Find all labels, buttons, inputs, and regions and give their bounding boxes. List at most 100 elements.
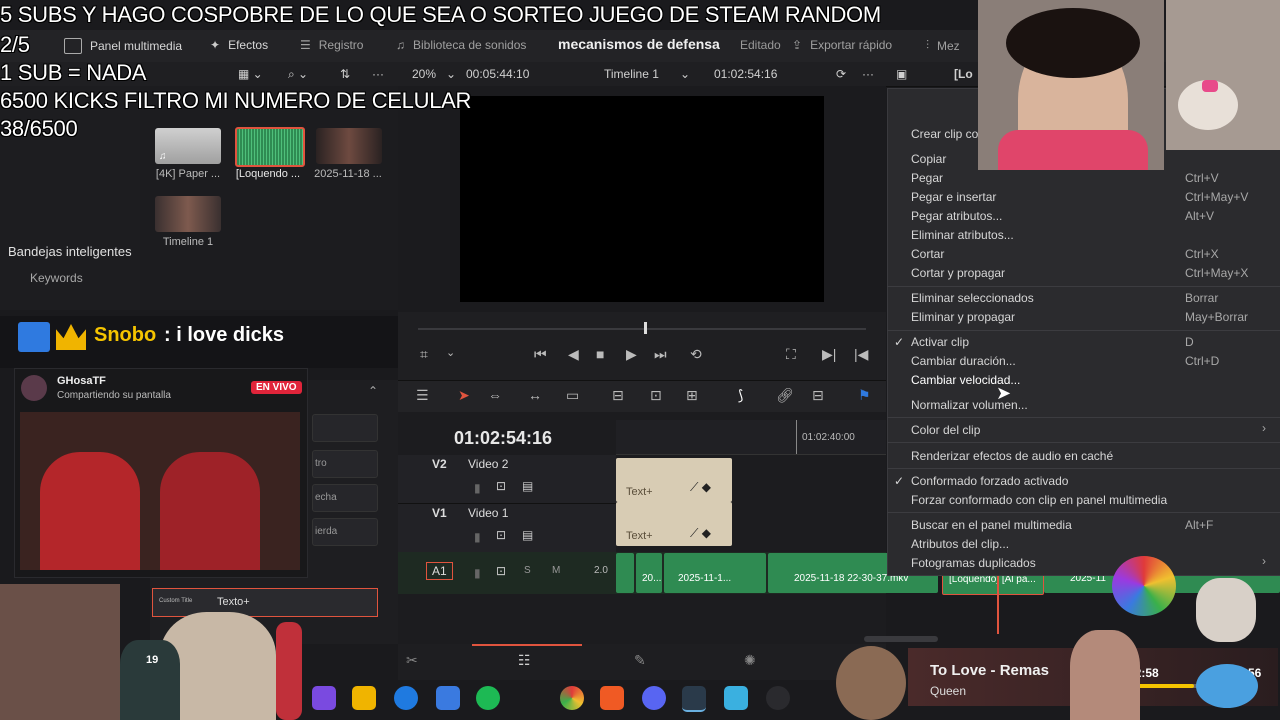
- playhead-handle[interactable]: [644, 322, 647, 334]
- notepad-icon[interactable]: [724, 686, 748, 710]
- menu-item-ripple-delete[interactable]: Eliminar y propagar: [911, 310, 1015, 324]
- lock-icon[interactable]: ▮: [474, 481, 481, 495]
- more-icon[interactable]: ···: [862, 67, 874, 81]
- menu-item-find-in-media-pool[interactable]: Buscar en el panel multimedia: [911, 518, 1072, 532]
- fullscreen-icon[interactable]: ⛶: [786, 346, 796, 363]
- menu-item-force-conform-media-pool[interactable]: Forzar conformado con clip en panel mult…: [911, 493, 1167, 507]
- keyframe-icon[interactable]: ⟋ ◆: [690, 526, 711, 541]
- menu-item-copy[interactable]: Copiar: [911, 152, 946, 166]
- color-page-icon[interactable]: ✺: [744, 652, 756, 669]
- menu-item-cut-ripple[interactable]: Cortar y propagar: [911, 266, 1005, 280]
- audio-clip[interactable]: [616, 553, 634, 593]
- media-pool-button[interactable]: Panel multimedia: [64, 38, 182, 54]
- mixer-button[interactable]: ⫶ Mez: [926, 38, 960, 53]
- title-clip-v2[interactable]: Text+ ⟋ ◆: [616, 458, 732, 502]
- menu-item-cut[interactable]: Cortar: [911, 247, 944, 261]
- menu-item-duplicate-frames[interactable]: Fotogramas duplicados: [911, 556, 1036, 570]
- obs-icon[interactable]: [766, 686, 790, 710]
- menu-item-create-compound[interactable]: Crear clip co: [911, 127, 978, 141]
- edge-browser-icon[interactable]: [394, 686, 418, 710]
- trim-tool-icon[interactable]: ⇔: [488, 387, 502, 403]
- search-icon[interactable]: ⌕ ⌄: [288, 67, 308, 82]
- menu-item-delete-selected[interactable]: Eliminar seleccionados: [911, 291, 1034, 305]
- keywords-bin[interactable]: Keywords: [30, 271, 83, 285]
- inspector-field[interactable]: [312, 414, 378, 442]
- zoom-level[interactable]: 20%: [412, 67, 436, 81]
- audio-clip[interactable]: 20...: [636, 553, 662, 593]
- overwrite-clip-icon[interactable]: ⊡: [650, 387, 662, 404]
- lock-icon[interactable]: ▮: [474, 530, 481, 544]
- menu-item-remove-attributes[interactable]: Eliminar atributos...: [911, 228, 1014, 242]
- play-icon[interactable]: ▶: [626, 346, 637, 363]
- file-explorer-icon[interactable]: [352, 686, 376, 710]
- stop-icon[interactable]: ■: [596, 346, 604, 362]
- sync-icon[interactable]: ⟳: [836, 67, 846, 81]
- sound-library-button[interactable]: ♫ Biblioteca de sonidos: [396, 38, 526, 52]
- blade-tool-icon[interactable]: ▭: [566, 387, 579, 404]
- menu-item-enable-clip[interactable]: Activar clip: [911, 335, 969, 349]
- timeline-thumbnail[interactable]: [155, 196, 221, 232]
- select-tool-icon[interactable]: ➤: [458, 387, 470, 404]
- fusion-page-icon[interactable]: ✎: [634, 652, 646, 669]
- go-to-end-icon[interactable]: ⏭: [654, 346, 667, 363]
- layout-icon[interactable]: ☰: [416, 387, 429, 404]
- sort-icon[interactable]: ⇅: [340, 67, 350, 81]
- collapse-icon[interactable]: ⌃: [368, 384, 378, 398]
- menu-item-paste[interactable]: Pegar: [911, 171, 943, 185]
- spotify-icon[interactable]: [476, 686, 500, 710]
- live-video-preview[interactable]: [20, 412, 300, 570]
- inspector-field[interactable]: echa: [312, 484, 378, 512]
- viewer-mode-icon[interactable]: ▣: [896, 67, 907, 81]
- snapping-icon[interactable]: ⟆: [738, 387, 743, 404]
- inspector-field[interactable]: ierda: [312, 518, 378, 546]
- track-id[interactable]: A1: [426, 562, 453, 580]
- scrubber-bar[interactable]: [418, 328, 866, 330]
- timeline-selector[interactable]: Timeline 1: [604, 67, 659, 81]
- dynamic-trim-icon[interactable]: ↔: [528, 387, 542, 403]
- track-header-v2[interactable]: V2 Video 2 ▮ ⊡ ▤: [398, 455, 616, 504]
- cut-page-icon[interactable]: ✂: [406, 652, 418, 669]
- media-clip-thumbnail[interactable]: [235, 127, 305, 167]
- auto-select-icon[interactable]: ⊡: [496, 528, 506, 542]
- more-icon[interactable]: ···: [372, 67, 384, 81]
- timeline-scrollbar[interactable]: [864, 636, 938, 642]
- menu-item-render-audio-cache[interactable]: Renderizar efectos de audio en caché: [911, 449, 1113, 463]
- custom-title-item[interactable]: Custom Title Texto+: [152, 588, 378, 617]
- solo-button[interactable]: S: [524, 565, 531, 576]
- menu-item-clip-color[interactable]: Color del clip: [911, 423, 980, 437]
- replace-clip-icon[interactable]: ⊞: [686, 387, 698, 404]
- chevron-down-icon[interactable]: ⌄: [446, 67, 456, 81]
- flag-icon[interactable]: ⚑: [858, 387, 871, 404]
- auto-select-icon[interactable]: ⊡: [496, 479, 506, 493]
- link-icon[interactable]: 🔗︎: [776, 387, 794, 404]
- next-frame-icon[interactable]: ▶|: [822, 346, 836, 363]
- menu-item-paste-insert[interactable]: Pegar e insertar: [911, 190, 996, 204]
- chrome-icon[interactable]: [560, 686, 584, 710]
- menu-item-force-conform-enabled[interactable]: Conformado forzado activado: [911, 474, 1068, 488]
- quick-export-button[interactable]: ⇪ Exportar rápido: [792, 38, 892, 52]
- discord-icon[interactable]: [642, 686, 666, 710]
- chevron-down-icon[interactable]: ⌄: [446, 346, 455, 359]
- store-icon[interactable]: [436, 686, 460, 710]
- copilot-icon[interactable]: [312, 686, 336, 710]
- lock-icon[interactable]: ▮: [474, 566, 481, 580]
- timeline-ruler[interactable]: 01:02:40:00: [616, 420, 886, 455]
- auto-select-icon[interactable]: ⊡: [496, 564, 506, 578]
- go-to-start-icon[interactable]: ⏮: [534, 346, 547, 363]
- davinci-resolve-icon[interactable]: [682, 686, 706, 712]
- lock-icon[interactable]: ⊟: [812, 387, 824, 404]
- loop-icon[interactable]: ⟲: [690, 346, 702, 363]
- brave-icon[interactable]: [600, 686, 624, 710]
- media-clip-thumbnail[interactable]: [316, 128, 382, 164]
- menu-item-change-duration[interactable]: Cambiar duración...: [911, 354, 1016, 368]
- insert-clip-icon[interactable]: ⊟: [612, 387, 624, 404]
- grid-view-icon[interactable]: ▦ ⌄: [238, 67, 263, 81]
- keyframe-icon[interactable]: ⟋ ◆: [690, 480, 711, 495]
- effects-button[interactable]: ✦ Efectos: [210, 38, 268, 52]
- prev-edit-icon[interactable]: |◀: [854, 346, 868, 363]
- track-header-v1[interactable]: V1 Video 1 ▮ ⊡ ▤: [398, 504, 616, 553]
- viewer-screen[interactable]: [460, 96, 824, 302]
- menu-item-clip-attributes[interactable]: Atributos del clip...: [911, 537, 1009, 551]
- track-visibility-icon[interactable]: ▤: [522, 479, 533, 493]
- chevron-down-icon[interactable]: ⌄: [680, 67, 690, 81]
